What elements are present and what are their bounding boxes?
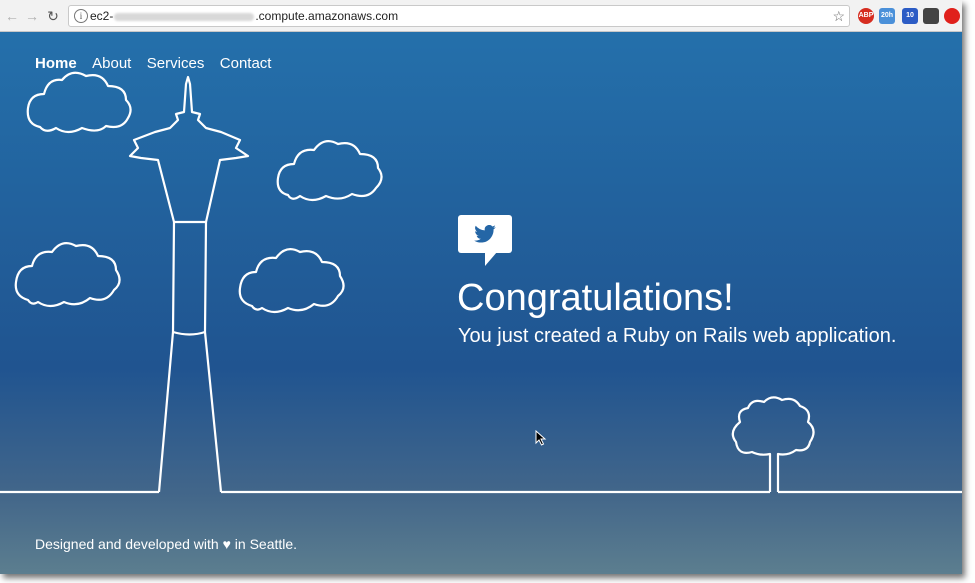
- mouse-cursor-icon: [535, 430, 547, 446]
- browser-window: ← → ↻ i ec2- .compute.amazonaws.com ☆ ABP…: [0, 0, 962, 574]
- cloud-icon: [26, 71, 132, 134]
- back-button[interactable]: ←: [4, 8, 20, 24]
- rails-welcome-page: Home About Services Contact Congratulati…: [0, 32, 962, 574]
- reload-button[interactable]: ↻: [45, 8, 61, 24]
- tree-icon: [731, 396, 815, 492]
- home-badge-icon[interactable]: 10: [902, 8, 918, 24]
- calendar-icon[interactable]: 20h: [879, 8, 895, 24]
- footer-text: Designed and developed with ♥ in Seattle…: [35, 536, 298, 552]
- url-text[interactable]: ec2- .compute.amazonaws.com: [90, 6, 398, 26]
- nav-item-contact[interactable]: Contact: [220, 55, 272, 72]
- hero-headline: Congratulations!: [457, 277, 734, 319]
- cloud-icon: [14, 241, 121, 308]
- hero-subline: You just created a Ruby on Rails web app…: [458, 325, 897, 347]
- twitter-speech-bubble[interactable]: [458, 215, 512, 266]
- nav-item-services[interactable]: Services: [147, 55, 205, 72]
- top-navigation: Home About Services Contact: [35, 55, 282, 73]
- cloud-icon: [276, 139, 383, 202]
- address-bar[interactable]: i ec2- .compute.amazonaws.com ☆: [68, 5, 850, 27]
- opera-icon[interactable]: [944, 8, 960, 24]
- space-needle-icon: [128, 75, 250, 493]
- twitter-bird-icon: [474, 225, 496, 243]
- browser-toolbar: ← → ↻ i ec2- .compute.amazonaws.com ☆ ABP…: [0, 0, 962, 32]
- bookmark-star-icon[interactable]: ☆: [832, 6, 845, 26]
- adblock-icon[interactable]: ABP: [858, 8, 874, 24]
- nav-item-home[interactable]: Home: [35, 55, 77, 72]
- forward-button[interactable]: →: [24, 8, 40, 24]
- info-icon[interactable]: i: [74, 9, 88, 23]
- redacted-host: [114, 12, 255, 21]
- glasses-icon[interactable]: [923, 8, 939, 24]
- cloud-icon: [238, 247, 345, 314]
- nav-item-about[interactable]: About: [92, 55, 131, 72]
